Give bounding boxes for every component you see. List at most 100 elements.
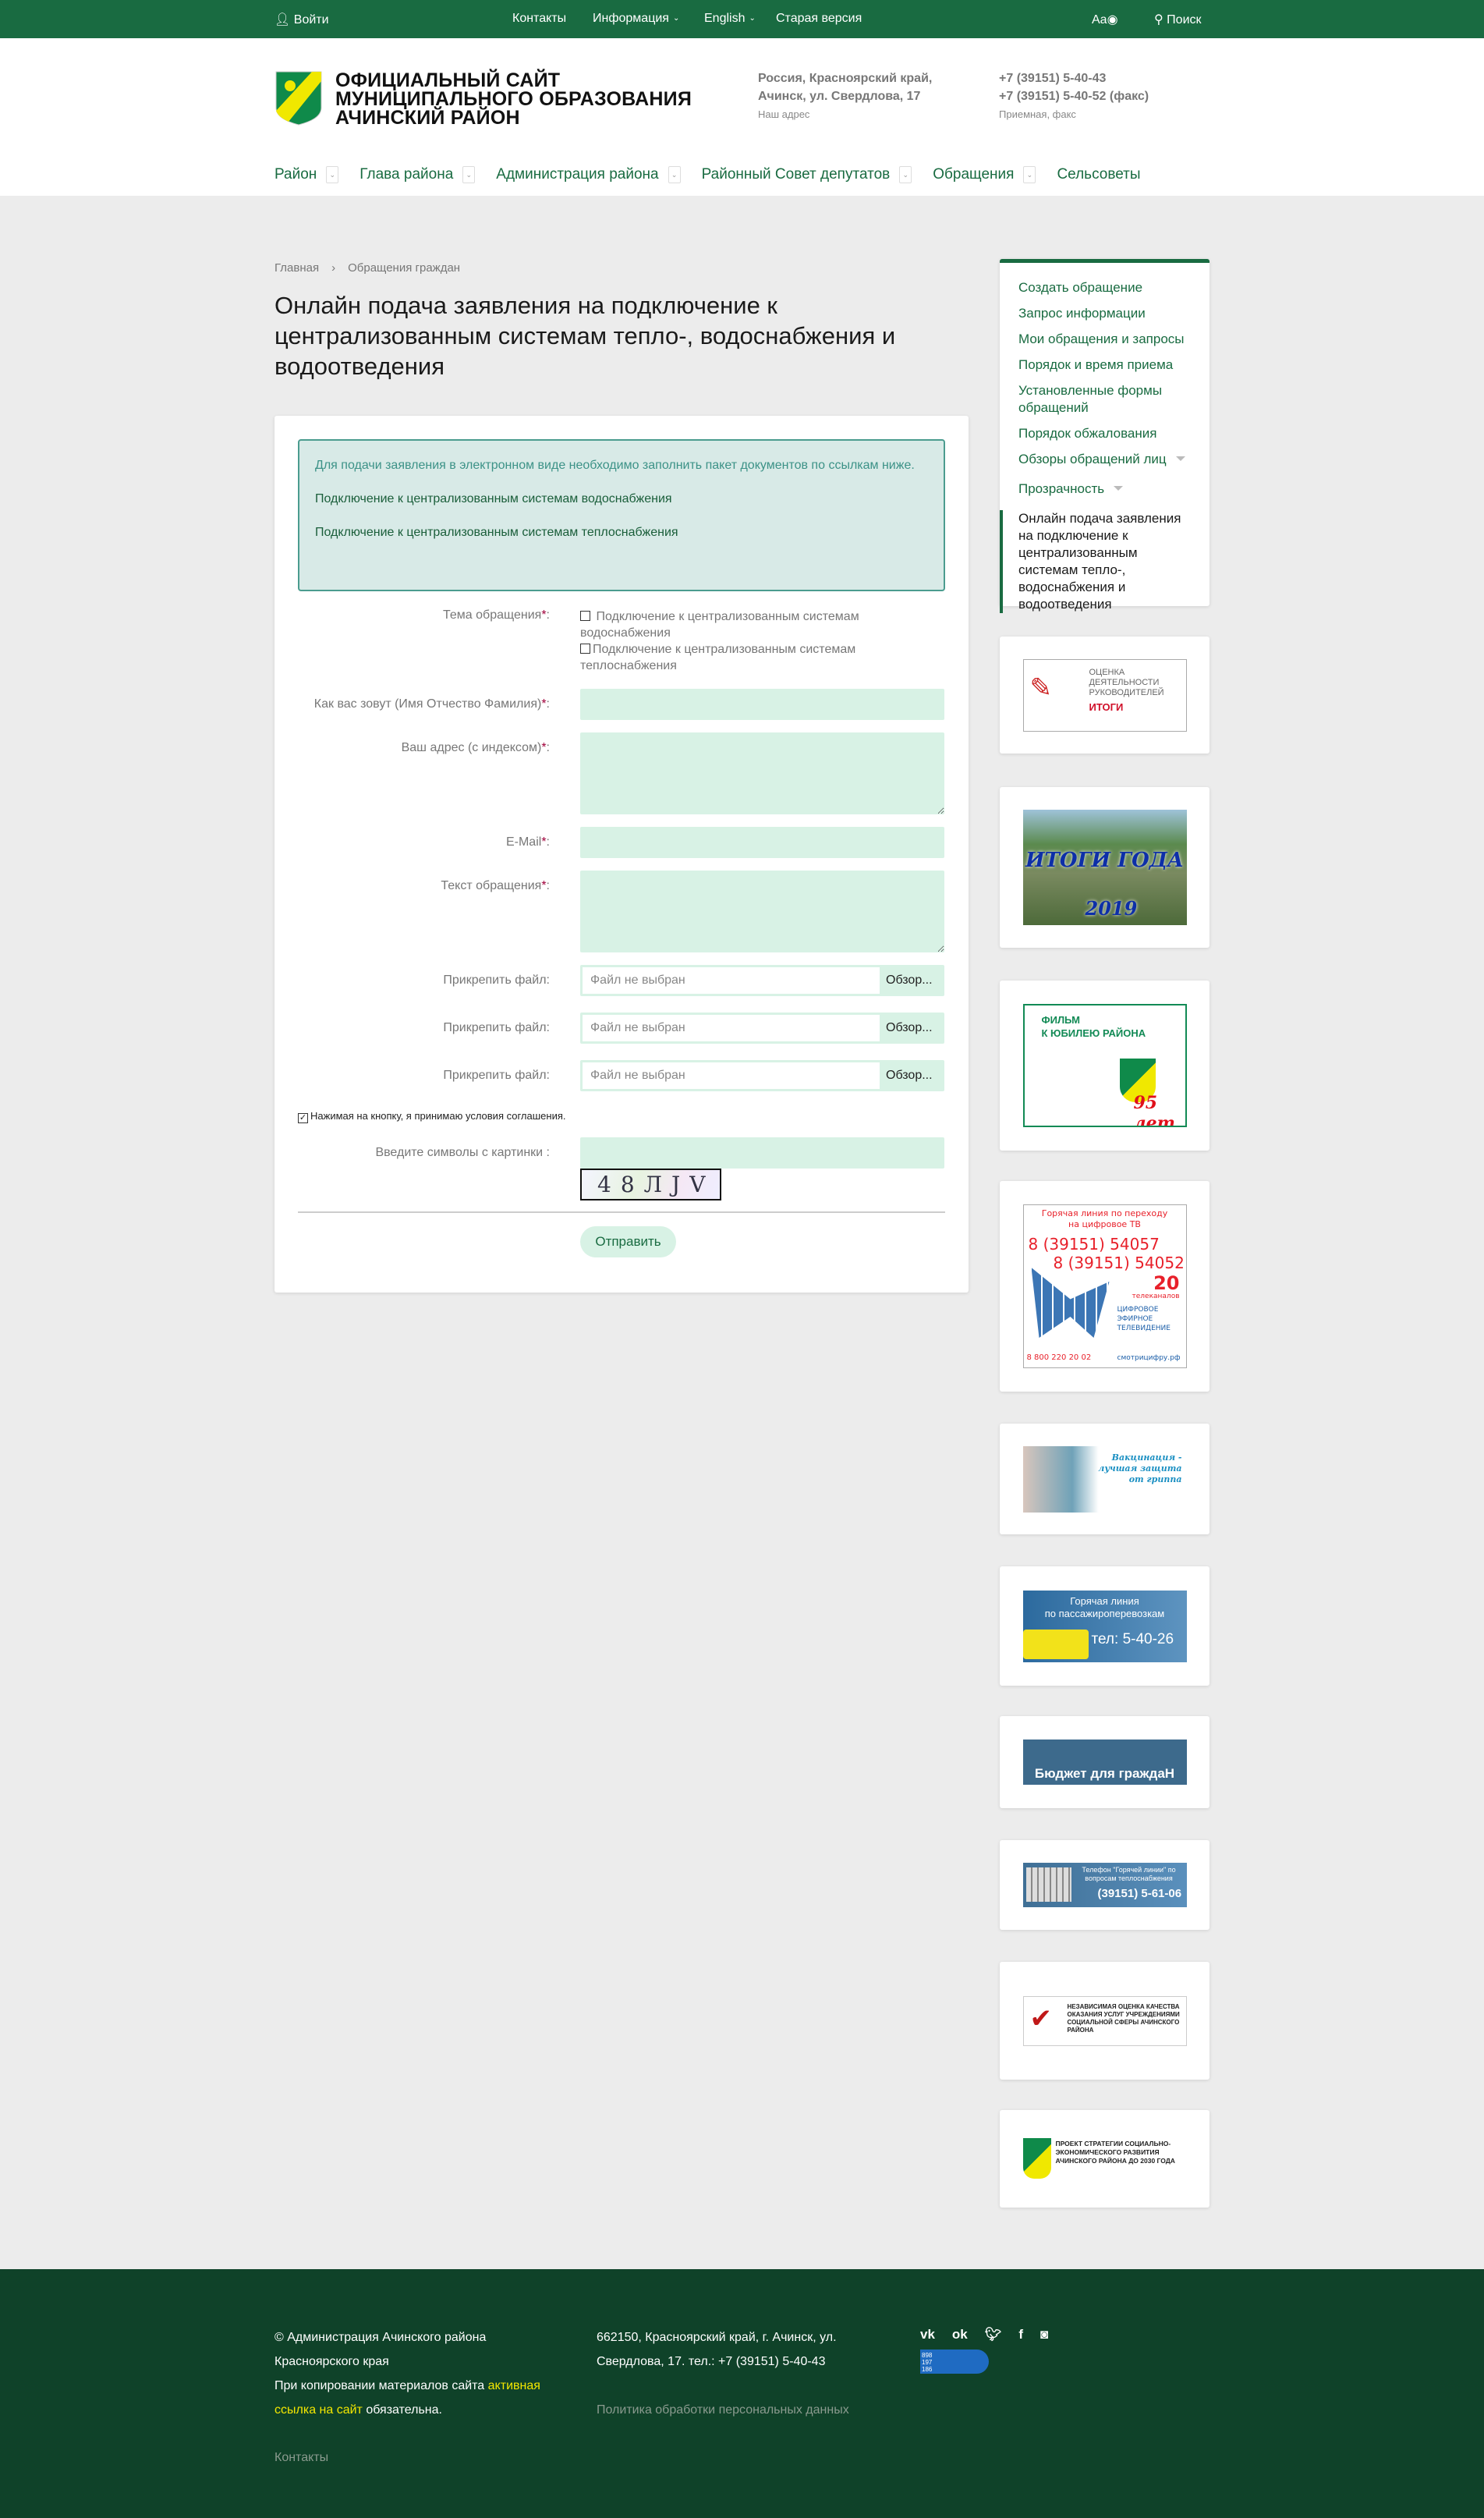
sidebar-item-info-request[interactable]: Запрос информации [1000,305,1210,322]
banner-card: Телефон "Горячей линии" по вопросам тепл… [1000,1840,1210,1930]
file-name: Файл не выбран [583,967,880,994]
sidebar-item-appeal-order[interactable]: Порядок обжалования [1000,425,1210,442]
banner-transport-hotline[interactable]: Горячая линия по пассажироперевозкам тел:… [1022,1590,1187,1662]
banner-card: Горячая линия по переходу на цифровое ТВ … [1000,1181,1210,1392]
visitor-counter[interactable]: 898 197 186 [920,2350,989,2374]
banner-anniversary-film[interactable]: ФИЛЬМ К ЮБИЛЕЮ РАЙОНА 95 лет [1022,1004,1187,1127]
banner-card: ✔ НЕЗАВИСИМАЯ ОЦЕНКА КАЧЕСТВА ОКАЗАНИЯ У… [1000,1962,1210,2080]
radiator-icon [1025,1867,1071,1902]
chevron-down-icon[interactable]: ⌄ [462,166,476,183]
footer-copyright: © Администрация Ачинского района Красноя… [274,2325,571,2470]
file-input[interactable]: Файл не выбран Обзор... [580,965,944,996]
nav-label: Администрация района [496,166,659,183]
twitter-icon[interactable]: 🐦︎ [985,2322,1002,2346]
address-line: Ачинск, ул. Свердлова, 17 [758,90,921,103]
site-title-line: Ачинский район [335,107,520,129]
banner-strategy-2030[interactable]: ПРОЕКТ СТРАТЕГИИ СОЦИАЛЬНО-ЭКОНОМИЧЕСКОГ… [1022,2136,1187,2182]
address-textarea[interactable] [580,732,944,814]
sidebar-item-forms[interactable]: Установленные формы обращений [1000,382,1210,417]
caret-down-icon[interactable] [1114,486,1124,491]
caret-down-icon[interactable] [1175,456,1185,461]
captcha-input[interactable] [580,1137,944,1169]
banner-heating-hotline[interactable]: Телефон "Горячей линии" по вопросам тепл… [1022,1863,1187,1907]
browse-button[interactable]: Обзор... [880,967,942,994]
banner-card: Бюджет для граждаН [1000,1716,1210,1808]
message-textarea[interactable] [580,871,944,952]
accessibility-toggle[interactable]: Aa◉ [1092,12,1118,27]
chevron-down-icon[interactable]: ⌄ [326,166,339,183]
phone: +7 (39151) 5-40-43 [999,72,1107,85]
banner-digital-tv[interactable]: Горячая линия по переходу на цифровое ТВ … [1022,1204,1187,1368]
coat-of-arms-logo[interactable] [274,70,323,126]
breadcrumb-current[interactable]: Обращения граждан [348,261,460,275]
accessibility-label: Aa [1092,13,1107,27]
sidebar-item-create[interactable]: Создать обращение [1000,279,1210,296]
banner-budget[interactable]: Бюджет для граждаН [1022,1740,1187,1785]
banner-card: ИТОГИ ГОДА 2019 [1000,787,1210,948]
vk-icon[interactable]: vk [920,2322,935,2346]
banner-year-results[interactable]: ИТОГИ ГОДА 2019 [1022,810,1187,925]
instagram-icon[interactable]: ◙ [1040,2322,1048,2346]
chevron-down-icon[interactable]: ⌄ [668,166,681,183]
search-icon: ⚲ [1154,13,1163,27]
main-nav: Район ⌄ Глава района ⌄ Администрация район… [274,166,1162,183]
sidebar-item-reception[interactable]: Порядок и время приема [1000,356,1210,374]
captcha-label: Введите символы с картинки : [375,1146,550,1159]
page-title: Онлайн подача заявления на подключение к… [274,292,896,380]
footer-contacts-link[interactable]: Контакты [274,2445,571,2470]
contacts-link[interactable]: Контакты [512,12,566,26]
file-input[interactable]: Файл не выбран Обзор... [580,1060,944,1091]
banner-manager-evaluation[interactable]: ✎ ОЦЕНКА ДЕЯТЕЛЬНОСТИ РУКОВОДИТЕЛЕЙ ИТОГИ [1022,658,1187,732]
nav-item-administration[interactable]: Администрация района ⌄ [496,166,681,183]
name-input[interactable] [580,689,944,720]
banner-card: ПРОЕКТ СТРАТЕГИИ СОЦИАЛЬНО-ЭКОНОМИЧЕСКОГ… [1000,2110,1210,2208]
agreement-checkbox[interactable]: ✓ [298,1113,308,1123]
nav-item-village-councils[interactable]: Сельсоветы [1057,166,1140,183]
sidebar-item-my-appeals[interactable]: Мои обращения и запросы [1000,331,1210,348]
breadcrumb-home[interactable]: Главная [274,261,319,275]
file-input[interactable]: Файл не выбран Обзор... [580,1013,944,1044]
water-supply-link[interactable]: Подключение к централизованным системам … [315,490,928,508]
facebook-icon[interactable]: f [1018,2322,1023,2346]
sidebar-item-online-application[interactable]: Онлайн подача заявления на подключение к… [1000,510,1210,613]
banner-quality-assessment[interactable]: ✔ НЕЗАВИСИМАЯ ОЦЕНКА КАЧЕСТВА ОКАЗАНИЯ У… [1022,1995,1187,2046]
chevron-down-icon[interactable]: ⌄ [899,166,912,183]
copyright-line: Красноярского края [274,2355,389,2368]
email-input[interactable] [580,827,944,858]
sidebar-item-reviews[interactable]: Обзоры обращений лиц [1000,451,1210,468]
odnoklassniki-icon[interactable]: ok [952,2322,968,2346]
chevron-down-icon[interactable]: ⌄ [1023,166,1036,183]
file-label: Прикрепить файл: [443,1069,550,1082]
browse-button[interactable]: Обзор... [880,1062,942,1089]
banner-vaccination[interactable]: Вакцинация - лучшая защита от гриппа [1022,1445,1187,1513]
heat-supply-link[interactable]: Подключение к централизованным системам … [315,523,928,541]
search-button[interactable]: ⚲ Поиск [1154,12,1202,27]
language-menu[interactable]: English ⌄ [704,12,756,26]
submit-button[interactable]: Отправить [580,1226,676,1257]
site-title: Официальный сайт муниципального образова… [335,71,692,129]
nav-label: Обращения [933,166,1015,183]
nav-item-district[interactable]: Район ⌄ [274,166,339,183]
login-link[interactable]: 👤︎ Войти [274,12,329,27]
sidebar-item-transparency[interactable]: Прозрачность [1000,481,1210,498]
old-version-link[interactable]: Старая версия [776,12,862,26]
nav-item-head[interactable]: Глава района ⌄ [359,166,476,183]
search-label: Поиск [1167,13,1202,27]
nav-item-appeals[interactable]: Обращения ⌄ [933,166,1036,183]
checkbox[interactable] [580,611,590,621]
info-menu[interactable]: Информация ⌄ [593,12,679,26]
theme-option-heat[interactable]: Подключение к централизованным системам … [580,641,908,674]
copyright-line: © Администрация Ачинского района [274,2331,487,2344]
privacy-policy-link[interactable]: Политика обработки персональных данных [597,2398,893,2422]
sidebar-menu: Создать обращение Запрос информации Мои … [1000,259,1210,613]
agreement[interactable]: ✓ Нажимая на кнопку, я принимаю условия с… [298,1110,566,1123]
top-bar: 👤︎ Войти Контакты Информация ⌄ English ⌄ С… [0,0,1484,38]
nav-label: Сельсоветы [1057,166,1141,183]
browse-button[interactable]: Обзор... [880,1015,942,1041]
theme-option-water[interactable]: Подключение к централизованным системам … [580,608,908,641]
site-footer: © Администрация Ачинского района Красноя… [0,2269,1484,2518]
site-header: Официальный сайт муниципального образова… [0,38,1484,196]
nav-item-council[interactable]: Районный Совет депутатов ⌄ [702,166,912,183]
checkbox[interactable] [580,644,590,654]
banner-card: Горячая линия по пассажироперевозкам тел:… [1000,1566,1210,1686]
